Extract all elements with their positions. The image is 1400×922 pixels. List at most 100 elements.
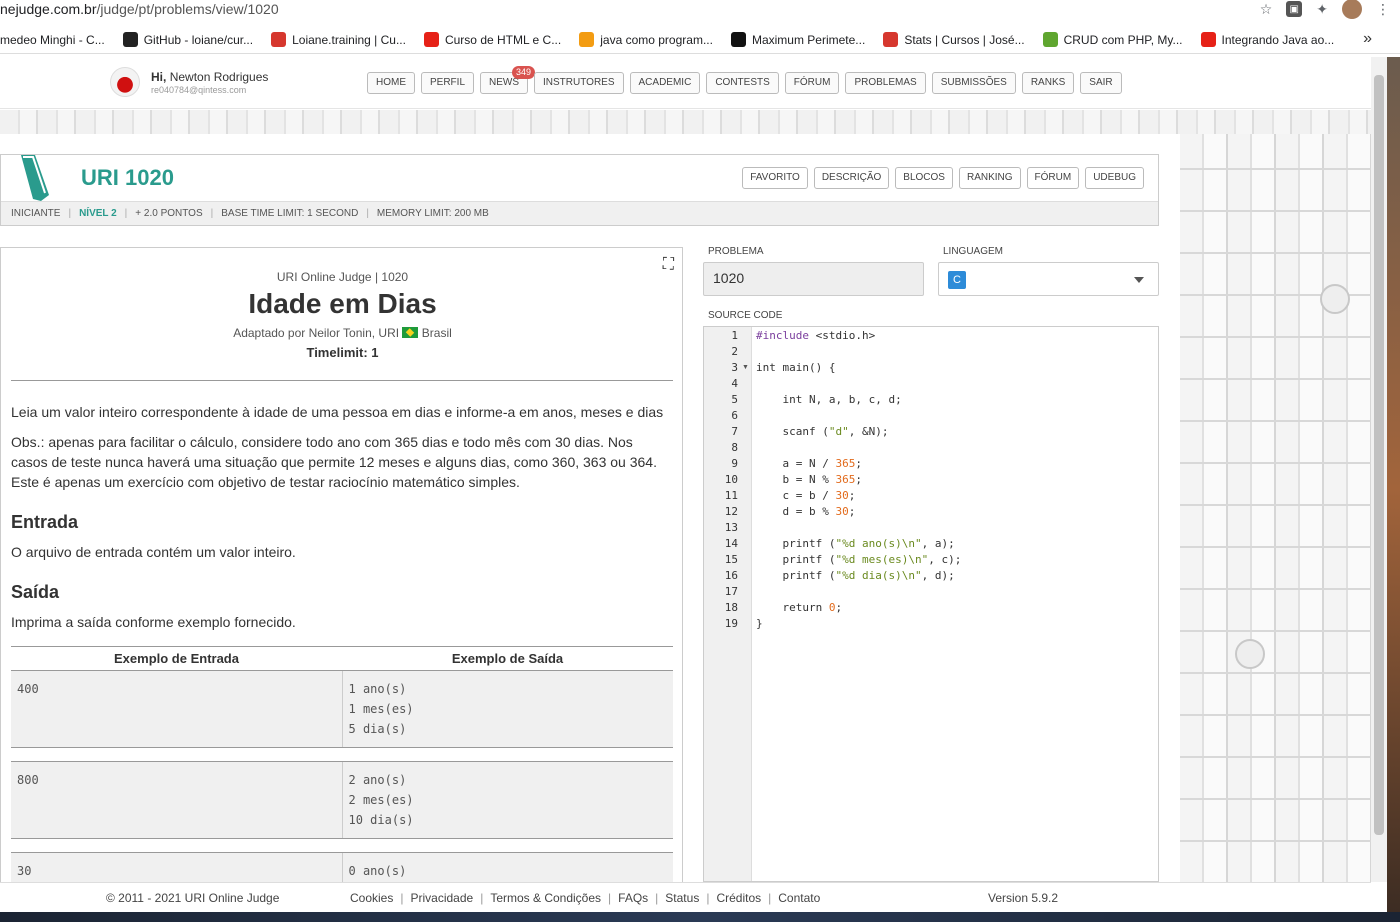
- bookmark-favicon-icon: [271, 32, 287, 47]
- tab-blocos[interactable]: BLOCOS: [895, 167, 953, 189]
- bookmark-item[interactable]: Stats | Cursos | José...: [883, 32, 1025, 47]
- problem-title: Idade em Dias: [248, 288, 437, 319]
- chevron-down-icon[interactable]: [1134, 277, 1144, 283]
- nav-label: CONTESTS: [715, 77, 770, 88]
- tab-f-rum[interactable]: FÓRUM: [1026, 167, 1080, 189]
- code-line[interactable]: int N, a, b, c, d;: [756, 393, 901, 406]
- problem-id: URI 1020: [81, 165, 174, 190]
- line-number: 15: [724, 553, 738, 566]
- code-line[interactable]: #include <stdio.h>: [756, 329, 875, 342]
- line-number: 11: [724, 489, 738, 502]
- code-line[interactable]: printf ("%d ano(s)\n", a);: [756, 537, 954, 550]
- scrollbar-thumb[interactable]: [1374, 75, 1384, 835]
- footer-link[interactable]: Termos & Condições: [490, 891, 601, 905]
- bookmark-item[interactable]: Loiane.training | Cu...: [271, 32, 406, 47]
- bookmark-favicon-icon: [883, 32, 899, 47]
- line-number: 16: [724, 569, 738, 582]
- nav-label: INSTRUTORES: [543, 77, 615, 88]
- line-number: 8: [731, 441, 738, 454]
- nav-perfil-button[interactable]: PERFIL: [421, 72, 475, 94]
- bookmark-item[interactable]: Integrando Java ao...: [1200, 32, 1334, 47]
- bookmark-item[interactable]: medeo Minghi - C...: [0, 33, 105, 47]
- footer-version: Version 5.9.2: [988, 891, 1059, 905]
- line-number: 10: [724, 473, 738, 486]
- bookmark-label: java como program...: [600, 32, 713, 47]
- nav-ranks-button[interactable]: RANKS: [1021, 72, 1075, 94]
- bookmark-item[interactable]: CRUD com PHP, My...: [1042, 32, 1183, 47]
- line-number: 18: [724, 601, 738, 614]
- code-line[interactable]: d = b % 30;: [756, 505, 855, 518]
- code-line[interactable]: scanf ("d", &N);: [756, 425, 888, 438]
- user-avatar[interactable]: [110, 67, 140, 97]
- tab-descri-o[interactable]: DESCRIÇÃO: [813, 167, 890, 189]
- code-line[interactable]: int main() {: [756, 361, 835, 374]
- footer-link[interactable]: Créditos: [716, 891, 761, 905]
- memory-limit-label: MEMORY LIMIT: 200 MB: [376, 208, 489, 219]
- bookmark-item[interactable]: java como program...: [579, 32, 713, 47]
- footer-link[interactable]: Status: [665, 891, 699, 905]
- user-greeting: Hi, Newton Rodrigues: [151, 70, 268, 84]
- nav-label: HOME: [376, 77, 406, 88]
- bookmark-item[interactable]: GitHub - loiane/cur...: [122, 32, 253, 47]
- divider: [11, 380, 673, 381]
- tab-ranking[interactable]: RANKING: [958, 167, 1021, 189]
- menu-dots-icon[interactable]: ⋮: [1376, 1, 1390, 18]
- line-number: 19: [724, 617, 738, 630]
- puzzle-icon[interactable]: ✦: [1316, 1, 1328, 18]
- uri-logo-icon: [21, 155, 49, 201]
- bookmark-favicon-icon: [423, 32, 439, 47]
- code-line[interactable]: c = b / 30;: [756, 489, 855, 502]
- profile-avatar[interactable]: [1342, 0, 1362, 19]
- browser-address-bar[interactable]: nejudge.com.br/judge/pt/problems/view/10…: [0, 0, 1400, 20]
- footer-link[interactable]: FAQs: [618, 891, 648, 905]
- url-text[interactable]: nejudge.com.br/judge/pt/problems/view/10…: [0, 0, 279, 18]
- nav-f-rum-button[interactable]: FÓRUM: [784, 72, 840, 94]
- nav-label: PERFIL: [430, 77, 466, 88]
- star-icon[interactable]: ☆: [1260, 1, 1273, 18]
- bookmark-item[interactable]: Maximum Perimete...: [730, 32, 865, 47]
- language-select[interactable]: C: [938, 262, 1159, 296]
- tab-favorito[interactable]: FAVORITO: [742, 167, 808, 189]
- nav-news-button[interactable]: NEWS 349: [480, 66, 536, 94]
- nav-contests-button[interactable]: CONTESTS: [706, 72, 779, 94]
- extension-icon[interactable]: ▣: [1286, 1, 1303, 17]
- output-description: Imprima a saída conforme exemplo forneci…: [11, 614, 296, 630]
- nav-instrutores-button[interactable]: INSTRUTORES: [534, 72, 624, 94]
- bookmarks-overflow-icon[interactable]: »: [1363, 30, 1372, 48]
- code-line[interactable]: printf ("%d mes(es)\n", c);: [756, 553, 961, 566]
- category-label: INICIANTE: [11, 208, 61, 219]
- bookmark-item[interactable]: Curso de HTML e C...: [423, 32, 561, 47]
- footer-link[interactable]: Privacidade: [410, 891, 473, 905]
- footer-links: Cookies | Privacidade | Termos & Condições | F…: [350, 891, 821, 905]
- footer-link[interactable]: Contato: [778, 891, 820, 905]
- nav-label: FÓRUM: [793, 77, 831, 88]
- problem-statement: Leia um valor inteiro correspondente à i…: [11, 404, 664, 420]
- code-line[interactable]: }: [756, 617, 763, 630]
- input-description: O arquivo de entrada contém um valor int…: [11, 544, 296, 560]
- url-domain: nejudge.com.br: [0, 1, 97, 17]
- fold-toggle-icon[interactable]: ▼: [742, 364, 749, 371]
- code-line[interactable]: printf ("%d dia(s)\n", d);: [756, 569, 954, 582]
- code-line[interactable]: a = N / 365;: [756, 457, 862, 470]
- nav-problemas-button[interactable]: PROBLEMAS: [845, 72, 926, 94]
- example-input: 800: [11, 761, 343, 839]
- nav-label: SUBMISSÕES: [940, 77, 1007, 88]
- code-line[interactable]: return 0;: [756, 601, 842, 614]
- nav-sair-button[interactable]: SAIR: [1080, 72, 1122, 94]
- nav-submiss-es-button[interactable]: SUBMISSÕES: [931, 72, 1016, 94]
- code-line[interactable]: b = N % 365;: [756, 473, 862, 486]
- bookmarks-bar: medeo Minghi - C... GitHub - loiane/cur..…: [0, 26, 1400, 54]
- example-row: 800 2 ano(s) 2 mes(es) 10 dia(s): [11, 761, 673, 839]
- url-path: /judge/pt/problems/view/1020: [96, 1, 279, 17]
- nav-home-button[interactable]: HOME: [367, 72, 415, 94]
- nav-academic-button[interactable]: ACADEMIC: [629, 72, 701, 94]
- nav-label: RANKS: [1030, 77, 1066, 88]
- footer-copyright: © 2011 - 2021 URI Online Judge: [106, 891, 280, 905]
- input-heading: Entrada: [11, 512, 79, 532]
- page-scrollbar[interactable]: [1371, 57, 1387, 882]
- code-editor[interactable]: 1 2 3 ▼ 4 5 6 7 8 9 10 11 12 13 14 15 16 17 18 19 #include …: [703, 326, 1159, 882]
- footer-link[interactable]: Cookies: [350, 891, 393, 905]
- problem-tabs: FAVORITO DESCRIÇÃO BLOCOS RANKING FÓRUM UDEBU…: [742, 167, 1144, 189]
- tab-udebug[interactable]: UDEBUG: [1085, 167, 1144, 189]
- problem-number-field[interactable]: 1020: [703, 262, 924, 296]
